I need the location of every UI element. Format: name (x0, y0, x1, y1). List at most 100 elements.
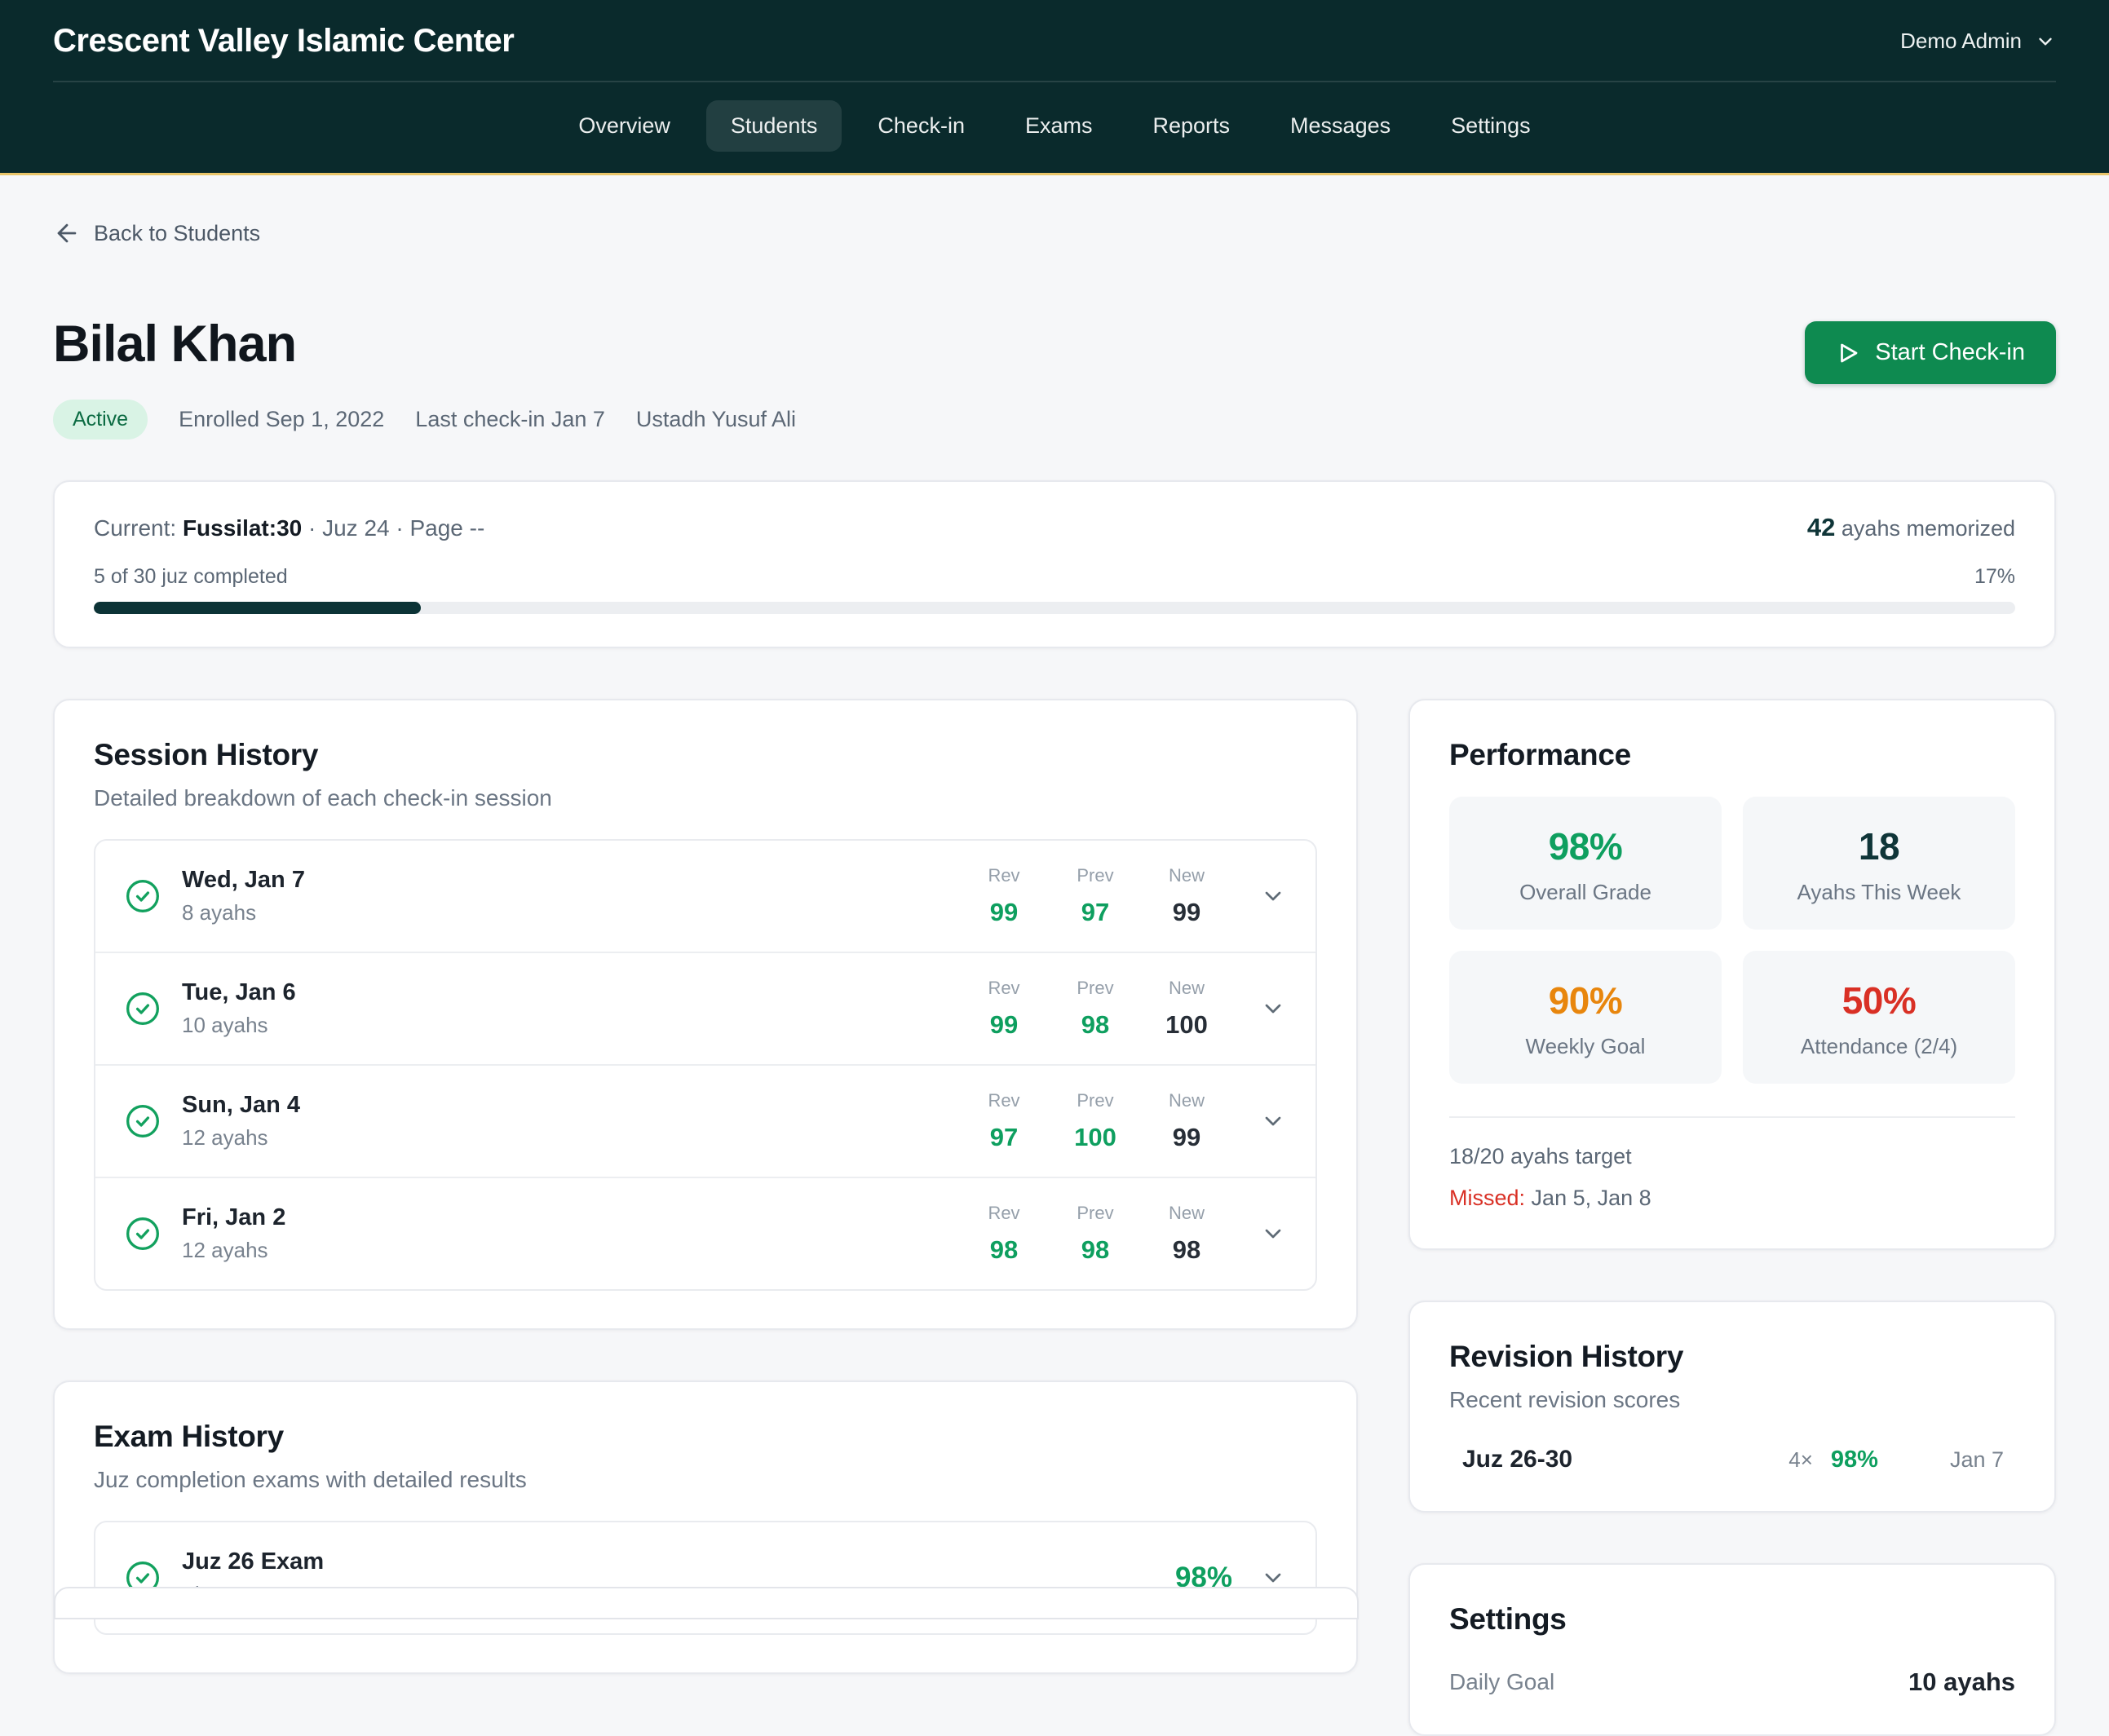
session-date: Wed, Jan 7 (182, 867, 305, 894)
chevron-down-icon (2035, 31, 2056, 52)
student-name: Bilal Khan (53, 315, 796, 373)
ayahs-target: 18/20 ayahs target (1449, 1144, 2015, 1169)
col-prev-label: Prev (1050, 865, 1141, 886)
session-ayahs: 12 ayahs (182, 1125, 300, 1151)
daily-goal-value: 10 ayahs (1908, 1668, 2015, 1697)
col-new-label: New (1141, 978, 1232, 999)
revision-count: 4× (1788, 1447, 1813, 1473)
stat-label: Weekly Goal (1457, 1034, 1713, 1059)
progress-card: Current: Fussilat:30 · Juz 24 · Page -- … (53, 480, 2056, 648)
session-row[interactable]: Tue, Jan 6 10 ayahs Rev 99 Prev 98 New 100 (95, 952, 1315, 1064)
new-score: 99 (1141, 898, 1232, 927)
stat-label: Ayahs This Week (1751, 880, 2007, 905)
rev-score: 98 (958, 1235, 1050, 1265)
student-header: Bilal Khan Active Enrolled Sep 1, 2022 L… (53, 315, 2056, 440)
performance-card: Performance 98% Overall Grade 18 Ayahs T… (1408, 699, 2056, 1250)
divider (1449, 1116, 2015, 1118)
ayahs-memorized-label: ayahs memorized (1842, 516, 2015, 541)
teacher-name: Ustadh Yusuf Ali (636, 407, 796, 432)
status-badge: Active (53, 400, 148, 440)
progress-percent: 17% (1974, 565, 2015, 589)
ayahs-memorized: 42 ayahs memorized (1807, 513, 2015, 542)
stat-ayahs-this-week: 18 Ayahs This Week (1743, 797, 2015, 930)
prev-score: 97 (1050, 898, 1141, 927)
current-label: Current: (94, 515, 176, 541)
prev-score: 100 (1050, 1123, 1141, 1152)
rev-score: 99 (958, 1010, 1050, 1040)
col-prev-label: Prev (1050, 978, 1141, 999)
next-card-top-edge (54, 1587, 1359, 1619)
start-checkin-button[interactable]: Start Check-in (1805, 321, 2056, 384)
nav-check-in[interactable]: Check-in (853, 100, 989, 152)
settings-title: Settings (1449, 1602, 2015, 1637)
back-to-students-link[interactable]: Back to Students (53, 219, 260, 247)
revision-row: Juz 26-30 4× 98% Jan 7 (1449, 1446, 2015, 1473)
chevron-down-icon[interactable] (1260, 1108, 1286, 1134)
session-row[interactable]: Wed, Jan 7 8 ayahs Rev 99 Prev 97 New 99 (95, 841, 1315, 952)
chevron-down-icon[interactable] (1260, 996, 1286, 1022)
session-row[interactable]: Sun, Jan 4 12 ayahs Rev97 Prev100 New99 (95, 1064, 1315, 1177)
prev-score: 98 (1050, 1235, 1141, 1265)
progress-bar (94, 602, 2015, 614)
nav-settings[interactable]: Settings (1426, 100, 1555, 152)
exam-history-card: Exam History Juz completion exams with d… (53, 1380, 1358, 1674)
session-row[interactable]: Fri, Jan 2 12 ayahs Rev98 Prev98 New98 (95, 1177, 1315, 1289)
user-menu[interactable]: Demo Admin (1900, 29, 2056, 54)
new-score: 100 (1141, 1010, 1232, 1040)
chevron-down-icon[interactable] (1260, 883, 1286, 909)
stat-label: Overall Grade (1457, 880, 1713, 905)
current-position: Current: Fussilat:30 · Juz 24 · Page -- (94, 515, 484, 541)
settings-card: Settings Daily Goal 10 ayahs (1408, 1563, 2056, 1736)
check-circle-icon (125, 991, 161, 1027)
missed-label: Missed: (1449, 1186, 1525, 1210)
stat-attendance: 50% Attendance (2/4) (1743, 951, 2015, 1084)
session-ayahs: 12 ayahs (182, 1238, 285, 1263)
back-link-label: Back to Students (94, 221, 260, 246)
progress-fill (94, 602, 421, 614)
prev-score: 98 (1050, 1010, 1141, 1040)
revision-history-title: Revision History (1449, 1340, 2015, 1374)
nav-overview[interactable]: Overview (554, 100, 695, 152)
col-rev-label: Rev (958, 865, 1050, 886)
session-ayahs: 10 ayahs (182, 1013, 296, 1038)
col-rev-label: Rev (958, 1203, 1050, 1224)
exam-history-subtitle: Juz completion exams with detailed resul… (94, 1467, 1317, 1493)
main-nav: Overview Students Check-in Exams Reports… (0, 82, 2109, 173)
current-surah: Fussilat:30 (183, 515, 302, 541)
main-content: Back to Students Bilal Khan Active Enrol… (0, 175, 2109, 1736)
exam-name: Juz 26 Exam (182, 1548, 324, 1575)
session-date: Fri, Jan 2 (182, 1204, 285, 1231)
performance-stats: 98% Overall Grade 18 Ayahs This Week 90%… (1449, 797, 2015, 1084)
start-checkin-label: Start Check-in (1875, 339, 2025, 366)
session-list: Wed, Jan 7 8 ayahs Rev 99 Prev 97 New 99 (94, 839, 1317, 1291)
nav-messages[interactable]: Messages (1266, 100, 1415, 152)
col-rev-label: Rev (958, 978, 1050, 999)
student-meta: Active Enrolled Sep 1, 2022 Last check-i… (53, 400, 796, 440)
enrolled-date: Enrolled Sep 1, 2022 (179, 407, 384, 432)
revision-score: 98% (1831, 1447, 1878, 1473)
last-checkin: Last check-in Jan 7 (415, 407, 605, 432)
nav-exams[interactable]: Exams (1001, 100, 1117, 152)
nav-students[interactable]: Students (706, 100, 842, 152)
revision-history-subtitle: Recent revision scores (1449, 1387, 2015, 1413)
stat-value: 50% (1751, 978, 2007, 1023)
session-ayahs: 8 ayahs (182, 900, 305, 925)
col-prev-label: Prev (1050, 1203, 1141, 1224)
rev-score: 99 (958, 898, 1050, 927)
exam-history-title: Exam History (94, 1420, 1317, 1454)
session-date: Tue, Jan 6 (182, 979, 296, 1006)
brand-title: Crescent Valley Islamic Center (53, 23, 514, 60)
new-score: 98 (1141, 1235, 1232, 1265)
check-circle-icon (125, 1216, 161, 1252)
session-date: Sun, Jan 4 (182, 1092, 300, 1119)
nav-reports[interactable]: Reports (1129, 100, 1255, 152)
current-detail: · Juz 24 · Page -- (308, 515, 484, 541)
col-new-label: New (1141, 1090, 1232, 1111)
play-icon (1836, 341, 1860, 365)
chevron-down-icon[interactable] (1260, 1221, 1286, 1247)
col-new-label: New (1141, 865, 1232, 886)
performance-title: Performance (1449, 738, 2015, 772)
col-prev-label: Prev (1050, 1090, 1141, 1111)
missed-values: Jan 5, Jan 8 (1532, 1186, 1651, 1210)
session-history-subtitle: Detailed breakdown of each check-in sess… (94, 785, 1317, 811)
